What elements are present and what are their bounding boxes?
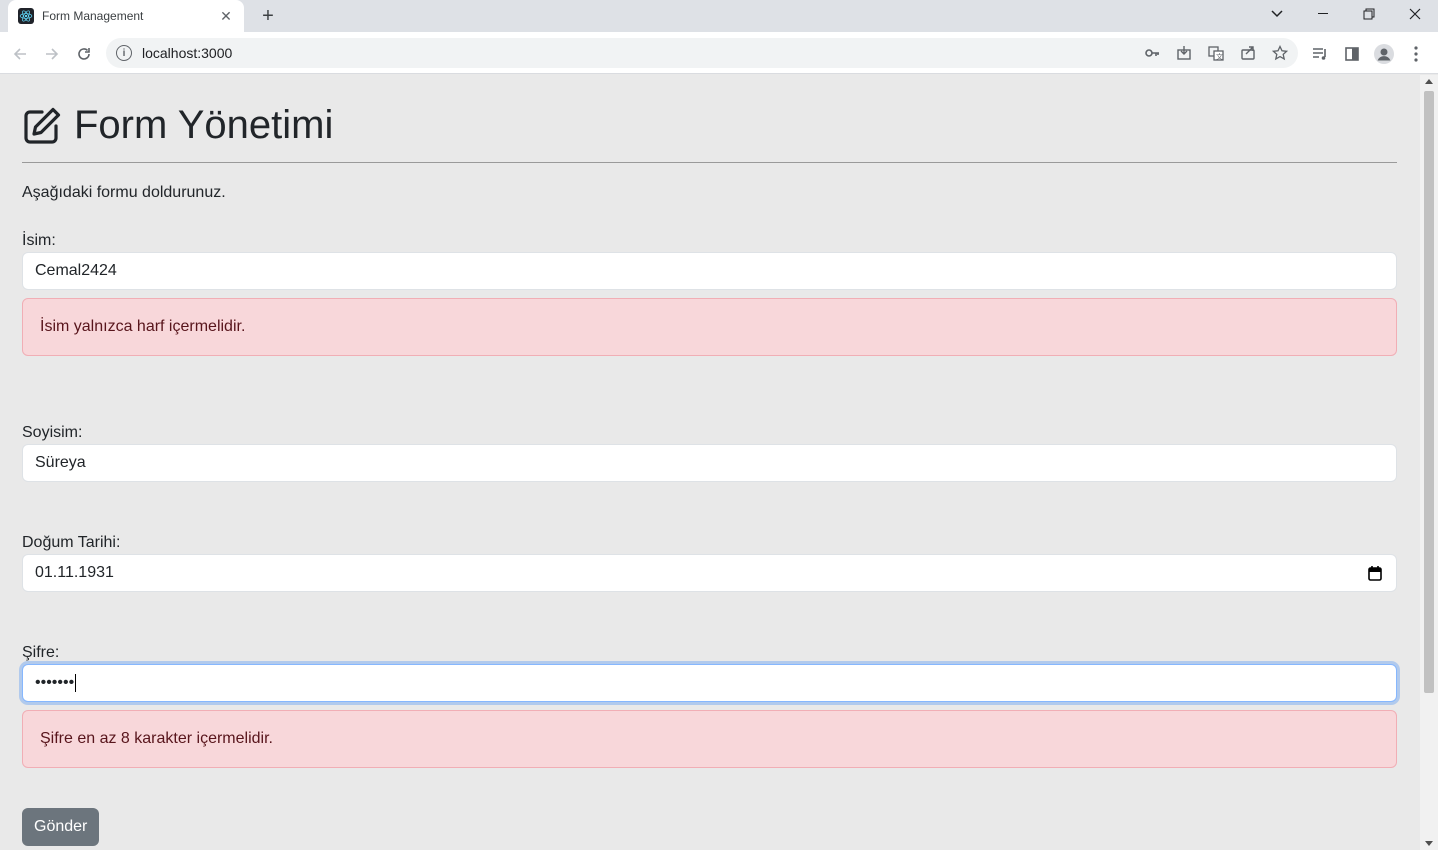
- page-heading: Form Yönetimi: [22, 103, 333, 148]
- install-app-icon[interactable]: [1170, 38, 1198, 68]
- profile-avatar-icon[interactable]: [1370, 40, 1398, 68]
- restore-icon[interactable]: [1346, 0, 1392, 28]
- new-tab-icon[interactable]: +: [256, 4, 280, 28]
- scroll-up-icon[interactable]: [1425, 79, 1433, 84]
- birthdate-input-value: 01.11.1931: [35, 564, 114, 581]
- divider: [22, 162, 1397, 163]
- reload-icon[interactable]: [70, 40, 98, 68]
- share-icon[interactable]: [1234, 38, 1262, 68]
- surname-label: Soyisim:: [22, 424, 83, 441]
- surname-input-value: Süreya: [35, 454, 86, 471]
- surname-input[interactable]: Süreya: [22, 444, 1397, 482]
- site-info-icon[interactable]: i: [116, 45, 132, 61]
- tab-title: Form Management: [42, 9, 144, 23]
- url-text: localhost:3000: [142, 45, 233, 61]
- tab-strip: Form Management ✕ +: [0, 0, 1438, 32]
- browser-tab[interactable]: Form Management ✕: [8, 0, 244, 32]
- form-intro-text: Aşağıdaki formu doldurunuz.: [22, 184, 226, 201]
- forward-arrow-icon[interactable]: [38, 40, 66, 68]
- menu-kebab-icon[interactable]: [1402, 40, 1430, 68]
- scrollbar-thumb[interactable]: [1424, 91, 1434, 693]
- name-label: İsim:: [22, 232, 56, 249]
- back-arrow-icon[interactable]: [6, 40, 34, 68]
- password-error-alert: Şifre en az 8 karakter içermelidir.: [22, 710, 1397, 768]
- page-content: Form Yönetimi Aşağıdaki formu doldurunuz…: [0, 75, 1420, 850]
- password-input[interactable]: •••••••: [22, 664, 1397, 702]
- browser-toolbar: i localhost:3000 文: [0, 32, 1438, 74]
- react-favicon-icon: [18, 8, 34, 24]
- password-input-value: •••••••: [35, 674, 75, 691]
- close-tab-icon[interactable]: ✕: [218, 8, 234, 24]
- submit-button[interactable]: Gönder: [22, 808, 100, 846]
- minimize-icon[interactable]: [1300, 0, 1346, 28]
- tab-search-icon[interactable]: [1254, 0, 1300, 28]
- address-bar[interactable]: i localhost:3000 文: [106, 38, 1298, 68]
- birthdate-input[interactable]: 01.11.1931: [22, 554, 1397, 592]
- scroll-down-icon[interactable]: [1425, 841, 1433, 846]
- page-scrollbar[interactable]: [1420, 75, 1438, 850]
- svg-text:文: 文: [1216, 52, 1223, 61]
- translate-icon[interactable]: 文: [1202, 38, 1230, 68]
- password-label: Şifre:: [22, 644, 60, 661]
- birthdate-label: Doğum Tarihi:: [22, 534, 121, 551]
- page-title: Form Yönetimi: [74, 103, 334, 147]
- password-error-text: Şifre en az 8 karakter içermelidir.: [40, 730, 273, 747]
- name-error-alert: İsim yalnızca harf içermelidir.: [22, 298, 1397, 356]
- name-input[interactable]: Cemal2424: [22, 252, 1397, 290]
- calendar-icon[interactable]: [1368, 565, 1382, 581]
- edit-icon: [24, 107, 61, 144]
- bookmark-star-icon[interactable]: [1266, 38, 1294, 68]
- text-caret: [75, 674, 77, 692]
- key-icon[interactable]: [1138, 38, 1166, 68]
- close-window-icon[interactable]: [1392, 0, 1438, 28]
- reading-list-icon[interactable]: [1306, 40, 1334, 68]
- side-panel-icon[interactable]: [1338, 40, 1366, 68]
- name-error-text: İsim yalnızca harf içermelidir.: [40, 318, 246, 335]
- name-input-value: Cemal2424: [35, 262, 117, 279]
